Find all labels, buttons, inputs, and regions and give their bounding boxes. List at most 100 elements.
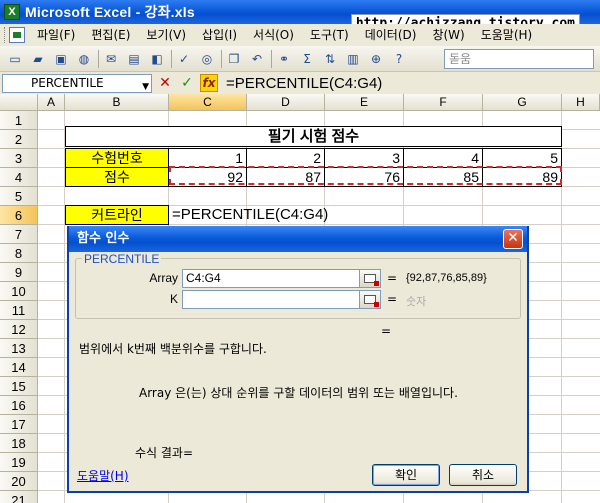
row-header[interactable]: 4 <box>0 168 38 187</box>
spelling-icon[interactable]: ✓ <box>175 50 193 68</box>
score-cell[interactable]: 85 <box>403 167 483 187</box>
cutline-label-cell[interactable]: 커트라인 <box>65 205 169 225</box>
help-icon[interactable]: ? <box>390 50 408 68</box>
row-header[interactable]: 13 <box>0 339 38 358</box>
sheet-title-cell[interactable]: 필기 시험 점수 <box>65 126 562 147</box>
insert-function-button[interactable]: fx <box>200 74 218 92</box>
copy-icon[interactable]: ❐ <box>225 50 243 68</box>
row-header[interactable]: 7 <box>0 225 38 244</box>
function-args-group: PERCENTILE Array C4:G4 = {92,87,76,85,89… <box>75 252 521 319</box>
row-header[interactable]: 19 <box>0 453 38 472</box>
help-link[interactable]: 도움말(H) <box>77 467 129 484</box>
k-result: 숫자 <box>406 296 427 308</box>
exam-number-cell[interactable]: 2 <box>246 148 325 168</box>
menu-view[interactable]: 보기(V) <box>138 25 194 45</box>
print-icon[interactable]: ▤ <box>125 50 143 68</box>
toolbar-separator <box>271 49 272 68</box>
row-header[interactable]: 11 <box>0 301 38 320</box>
column-header[interactable]: D <box>247 94 325 111</box>
enter-formula-button[interactable]: ✓ <box>178 74 196 92</box>
column-header[interactable]: B <box>65 94 169 111</box>
excel-icon: X <box>4 4 20 20</box>
autosum-icon[interactable]: Σ <box>298 50 316 68</box>
row-header[interactable]: 20 <box>0 472 38 491</box>
column-header[interactable]: G <box>483 94 562 111</box>
save-icon[interactable]: ▣ <box>52 50 70 68</box>
name-box[interactable]: PERCENTILE ▼ <box>2 73 152 96</box>
column-header[interactable]: E <box>325 94 404 111</box>
close-icon[interactable]: ✕ <box>503 229 523 249</box>
menu-tools[interactable]: 도구(T) <box>302 25 357 45</box>
score-cell[interactable]: 89 <box>482 167 562 187</box>
score-cell[interactable]: 87 <box>246 167 325 187</box>
menu-help[interactable]: 도움말(H) <box>473 25 541 45</box>
column-header[interactable]: F <box>404 94 483 111</box>
row-header[interactable]: 3 <box>0 149 38 168</box>
menu-insert[interactable]: 삽입(I) <box>194 25 245 45</box>
score-label-cell[interactable]: 점수 <box>65 167 169 187</box>
name-box-value: PERCENTILE <box>31 75 104 90</box>
row-header[interactable]: 15 <box>0 377 38 396</box>
cancel-button[interactable]: 취소 <box>449 464 517 486</box>
mail-icon[interactable]: ✉ <box>102 50 120 68</box>
row-header[interactable]: 10 <box>0 282 38 301</box>
font-select[interactable]: 돋움 <box>444 48 594 69</box>
row-header[interactable]: 21 <box>0 491 38 503</box>
document-icon[interactable] <box>9 27 25 43</box>
row-header[interactable]: 14 <box>0 358 38 377</box>
new-icon[interactable]: ▭ <box>6 50 24 68</box>
row-header[interactable]: 8 <box>0 244 38 263</box>
k-input[interactable] <box>182 290 380 309</box>
exam-number-cell[interactable]: 5 <box>482 148 562 168</box>
collapse-dialog-button[interactable] <box>359 269 381 288</box>
menu-window[interactable]: 창(W) <box>424 25 472 45</box>
ok-button[interactable]: 확인 <box>372 464 440 486</box>
row-header[interactable]: 6 <box>0 206 38 225</box>
column-header[interactable]: A <box>38 94 65 111</box>
print-preview-icon[interactable]: ◧ <box>148 50 166 68</box>
exam-number-cell[interactable]: 4 <box>403 148 483 168</box>
open-icon[interactable]: ▰ <box>29 50 47 68</box>
menu-data[interactable]: 데이터(D) <box>357 25 425 45</box>
cancel-formula-button[interactable]: ✕ <box>156 74 174 92</box>
range-select-icon <box>364 274 379 286</box>
exam-number-cell[interactable]: 1 <box>168 148 247 168</box>
row-header[interactable]: 17 <box>0 415 38 434</box>
equals-sign: = <box>387 271 398 285</box>
score-cell[interactable]: 92 <box>168 167 247 187</box>
undo-icon[interactable]: ↶ <box>248 50 266 68</box>
menu-format[interactable]: 서식(O) <box>245 25 302 45</box>
menu-grip <box>4 27 7 43</box>
research-icon[interactable]: ◎ <box>198 50 216 68</box>
menu-edit[interactable]: 편집(E) <box>83 25 138 45</box>
menu-bar: 파일(F) 편집(E) 보기(V) 삽입(I) 서식(O) 도구(T) 데이터(… <box>0 24 600 46</box>
score-cell[interactable]: 76 <box>324 167 404 187</box>
row-header[interactable]: 12 <box>0 320 38 339</box>
row-header[interactable]: 18 <box>0 434 38 453</box>
row-header[interactable]: 9 <box>0 263 38 282</box>
exam-number-label-cell[interactable]: 수험번호 <box>65 148 169 168</box>
array-input[interactable]: C4:G4 <box>182 269 380 288</box>
permission-icon[interactable]: ◍ <box>75 50 93 68</box>
row-header[interactable]: 2 <box>0 130 38 149</box>
chart-icon[interactable]: ▥ <box>344 50 362 68</box>
hyperlink-icon[interactable]: ⚭ <box>275 50 293 68</box>
dialog-title-bar[interactable]: 함수 인수 ✕ <box>69 226 527 252</box>
collapse-dialog-button[interactable] <box>359 290 381 309</box>
dialog-title: 함수 인수 <box>77 231 130 246</box>
chevron-down-icon[interactable]: ▼ <box>142 79 149 96</box>
zoom-icon[interactable]: ⊕ <box>367 50 385 68</box>
row-header[interactable]: 5 <box>0 187 38 206</box>
select-all-corner[interactable] <box>0 94 38 111</box>
column-header[interactable]: C <box>169 94 247 111</box>
column-header[interactable]: H <box>562 94 600 111</box>
menu-file[interactable]: 파일(F) <box>33 25 83 45</box>
row-header[interactable]: 1 <box>0 111 38 130</box>
row-header[interactable]: 16 <box>0 396 38 415</box>
formula-input[interactable]: =PERCENTILE(C4:G4) <box>226 75 382 92</box>
cutline-formula-cell[interactable]: =PERCENTILE(C4:G4) <box>169 205 369 225</box>
function-name: PERCENTILE <box>82 252 162 266</box>
exam-number-cell[interactable]: 3 <box>324 148 404 168</box>
function-result-equals: = <box>381 324 392 338</box>
sort-icon[interactable]: ⇅ <box>321 50 339 68</box>
